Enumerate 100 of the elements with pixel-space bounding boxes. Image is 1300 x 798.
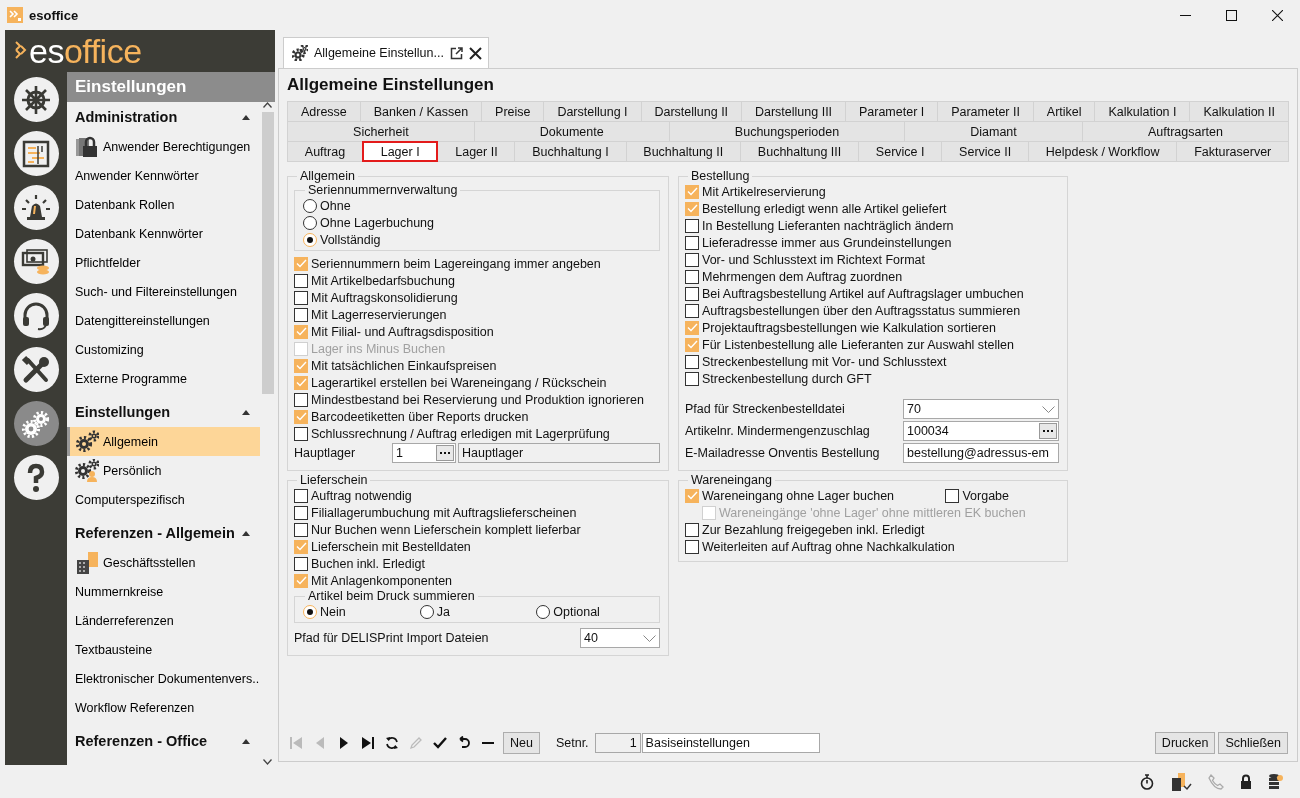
popout-button[interactable] <box>449 46 463 60</box>
sidebar-item[interactable]: Anwender Berechtigungen <box>67 132 260 161</box>
checkbox[interactable] <box>685 286 699 301</box>
tab[interactable]: Darstellung I <box>543 101 642 122</box>
checkbox[interactable] <box>294 358 308 373</box>
checkbox[interactable] <box>685 184 699 199</box>
sidebar-item[interactable]: Nummernkreise <box>67 577 260 606</box>
radio-button[interactable] <box>303 232 317 247</box>
checkbox[interactable] <box>685 201 699 216</box>
browse-button[interactable] <box>436 445 454 461</box>
checkbox-label[interactable]: Mit Artikelreservierung <box>702 184 826 199</box>
sidebar-item[interactable]: Anwender Kennwörter <box>67 161 260 190</box>
checkbox-label[interactable]: Mit Anlagenkomponenten <box>311 573 453 588</box>
database-icon[interactable] <box>1268 772 1284 791</box>
checkbox-label[interactable]: Lieferschein mit Bestelldaten <box>311 539 471 554</box>
checkbox-label[interactable]: Mindestbestand bei Reservierung und Produktion ignorieren <box>311 392 644 407</box>
checkbox[interactable] <box>294 307 308 322</box>
scrollbar-thumb[interactable] <box>261 112 274 394</box>
checkbox[interactable] <box>294 522 308 537</box>
new-button[interactable]: Neu <box>503 732 540 754</box>
nav-button[interactable] <box>13 77 59 122</box>
checkbox[interactable] <box>294 392 308 407</box>
close-tab-button[interactable] <box>468 46 482 60</box>
radio-label[interactable]: Ohne <box>320 198 351 213</box>
nav-button[interactable] <box>13 401 59 446</box>
radio-label[interactable]: Vollständig <box>320 232 381 247</box>
checkbox[interactable] <box>294 256 308 271</box>
checkbox-label[interactable]: Barcodeetiketten über Reports drucken <box>311 409 529 424</box>
action-button[interactable]: Schließen <box>1218 732 1288 754</box>
checkbox-label[interactable]: Zur Bezahlung freigegeben inkl. Erledigt <box>702 522 925 537</box>
nav-button[interactable] <box>13 347 59 392</box>
checkbox[interactable] <box>685 269 699 284</box>
radio-button[interactable] <box>303 198 317 213</box>
checkbox-label[interactable]: Wareneingang ohne Lager buchen <box>702 488 895 503</box>
sidebar-item[interactable]: Customizing <box>67 335 260 364</box>
tab[interactable]: Service I <box>858 141 943 162</box>
checkbox[interactable] <box>685 488 699 503</box>
sidebar-item[interactable]: Textbausteine <box>67 635 260 664</box>
checkbox-label[interactable]: Mit Artikelbedarfsbuchung <box>311 273 455 288</box>
tab[interactable]: Lager I <box>361 141 439 162</box>
checkbox[interactable] <box>294 539 308 554</box>
radio-label[interactable]: Ohne Lagerbuchung <box>320 215 434 230</box>
tab[interactable]: Auftragsarten <box>1081 121 1289 142</box>
radio-button[interactable] <box>419 604 434 619</box>
checkbox-label[interactable]: Projektauftragsbestellungen wie Kalkulation sortieren <box>702 320 996 335</box>
picker-field[interactable]: 100034 <box>903 421 1059 441</box>
lock-icon[interactable] <box>1240 774 1252 789</box>
checkbox[interactable] <box>294 556 308 571</box>
checkbox[interactable] <box>294 488 308 503</box>
checkbox[interactable] <box>685 303 699 318</box>
checkbox-label[interactable]: Schlussrechnung / Auftrag erledigen mit Lagerprüfung <box>311 426 610 441</box>
checkbox-label[interactable]: Mit Auftragskonsolidierung <box>311 290 458 305</box>
checkbox[interactable] <box>685 252 699 267</box>
checkbox-label[interactable]: Bei Auftragsbestellung Artikel auf Auftragslager umbuchen <box>702 286 1024 301</box>
checkbox-label[interactable]: Lagerartikel erstellen bei Wareneingang / Rückschein <box>311 375 607 390</box>
tab[interactable]: Sicherheit <box>287 121 475 142</box>
toolbar-button[interactable] <box>359 736 377 750</box>
checkbox-label[interactable]: Nur Buchen wenn Lieferschein komplett lieferbar <box>311 522 581 537</box>
checkbox[interactable] <box>685 371 699 386</box>
number-field[interactable]: 1 <box>392 443 456 463</box>
sidebar-item[interactable]: Workflow Referenzen <box>67 693 260 722</box>
checkbox-label[interactable]: Bestellung erledigt wenn alle Artikel geliefert <box>702 201 947 216</box>
checkbox[interactable] <box>685 218 699 233</box>
sidebar-item[interactable]: Datengittereinstellungen <box>67 306 260 335</box>
checkbox[interactable] <box>294 573 308 588</box>
tab[interactable]: Buchhaltung II <box>625 141 742 162</box>
checkbox[interactable] <box>294 290 308 305</box>
document-tab[interactable]: Allgemeine Einstellun... <box>283 37 489 68</box>
buildings-icon[interactable] <box>1170 771 1192 792</box>
checkbox[interactable] <box>685 522 699 537</box>
tab[interactable]: Buchhaltung I <box>514 141 627 162</box>
tab[interactable]: Adresse <box>287 101 361 122</box>
tab[interactable]: Service II <box>941 141 1030 162</box>
sidebar-item[interactable]: Computerspezifisch <box>67 485 260 514</box>
tab[interactable]: Diamant <box>904 121 1083 142</box>
toolbar-button[interactable] <box>431 736 449 750</box>
tab[interactable]: Buchhaltung III <box>740 141 860 162</box>
combo-box[interactable]: 40 <box>580 628 660 648</box>
text-field[interactable]: bestellung@adressus-em <box>903 443 1059 463</box>
sidebar-item[interactable]: Pflichtfelder <box>67 248 260 277</box>
sidebar-item[interactable]: Such- und Filtereinstellungen <box>67 277 260 306</box>
checkbox[interactable] <box>685 539 699 554</box>
checkbox-label[interactable]: Streckenbestellung durch GFT <box>702 371 872 386</box>
checkbox[interactable] <box>294 375 308 390</box>
combo-box[interactable]: 70 <box>903 399 1059 419</box>
sidebar-item[interactable]: Datenbank Rollen <box>67 190 260 219</box>
radio-button[interactable] <box>536 604 551 619</box>
checkbox-label[interactable]: Seriennummern beim Lagereingang immer angeben <box>311 256 601 271</box>
tab[interactable]: Parameter II <box>937 101 1034 122</box>
radio-label[interactable]: Nein <box>320 604 346 619</box>
sidebar-item[interactable]: Elektronischer Dokumentenvers... <box>67 664 260 693</box>
nav-button[interactable] <box>13 455 59 500</box>
checkbox-label[interactable]: Lieferadresse immer aus Grundeinstellungen <box>702 235 952 250</box>
radio-label[interactable]: Optional <box>553 604 600 619</box>
section-header[interactable]: Administration <box>67 102 260 132</box>
checkbox-label[interactable]: Auftragsbestellungen über den Auftragsstatus summieren <box>702 303 1021 318</box>
checkbox-label[interactable]: Vorgabe <box>962 488 1009 503</box>
checkbox-label[interactable]: Auftrag notwendig <box>311 488 412 503</box>
sidebar-item[interactable]: Länderreferenzen <box>67 606 260 635</box>
checkbox[interactable] <box>945 488 960 503</box>
